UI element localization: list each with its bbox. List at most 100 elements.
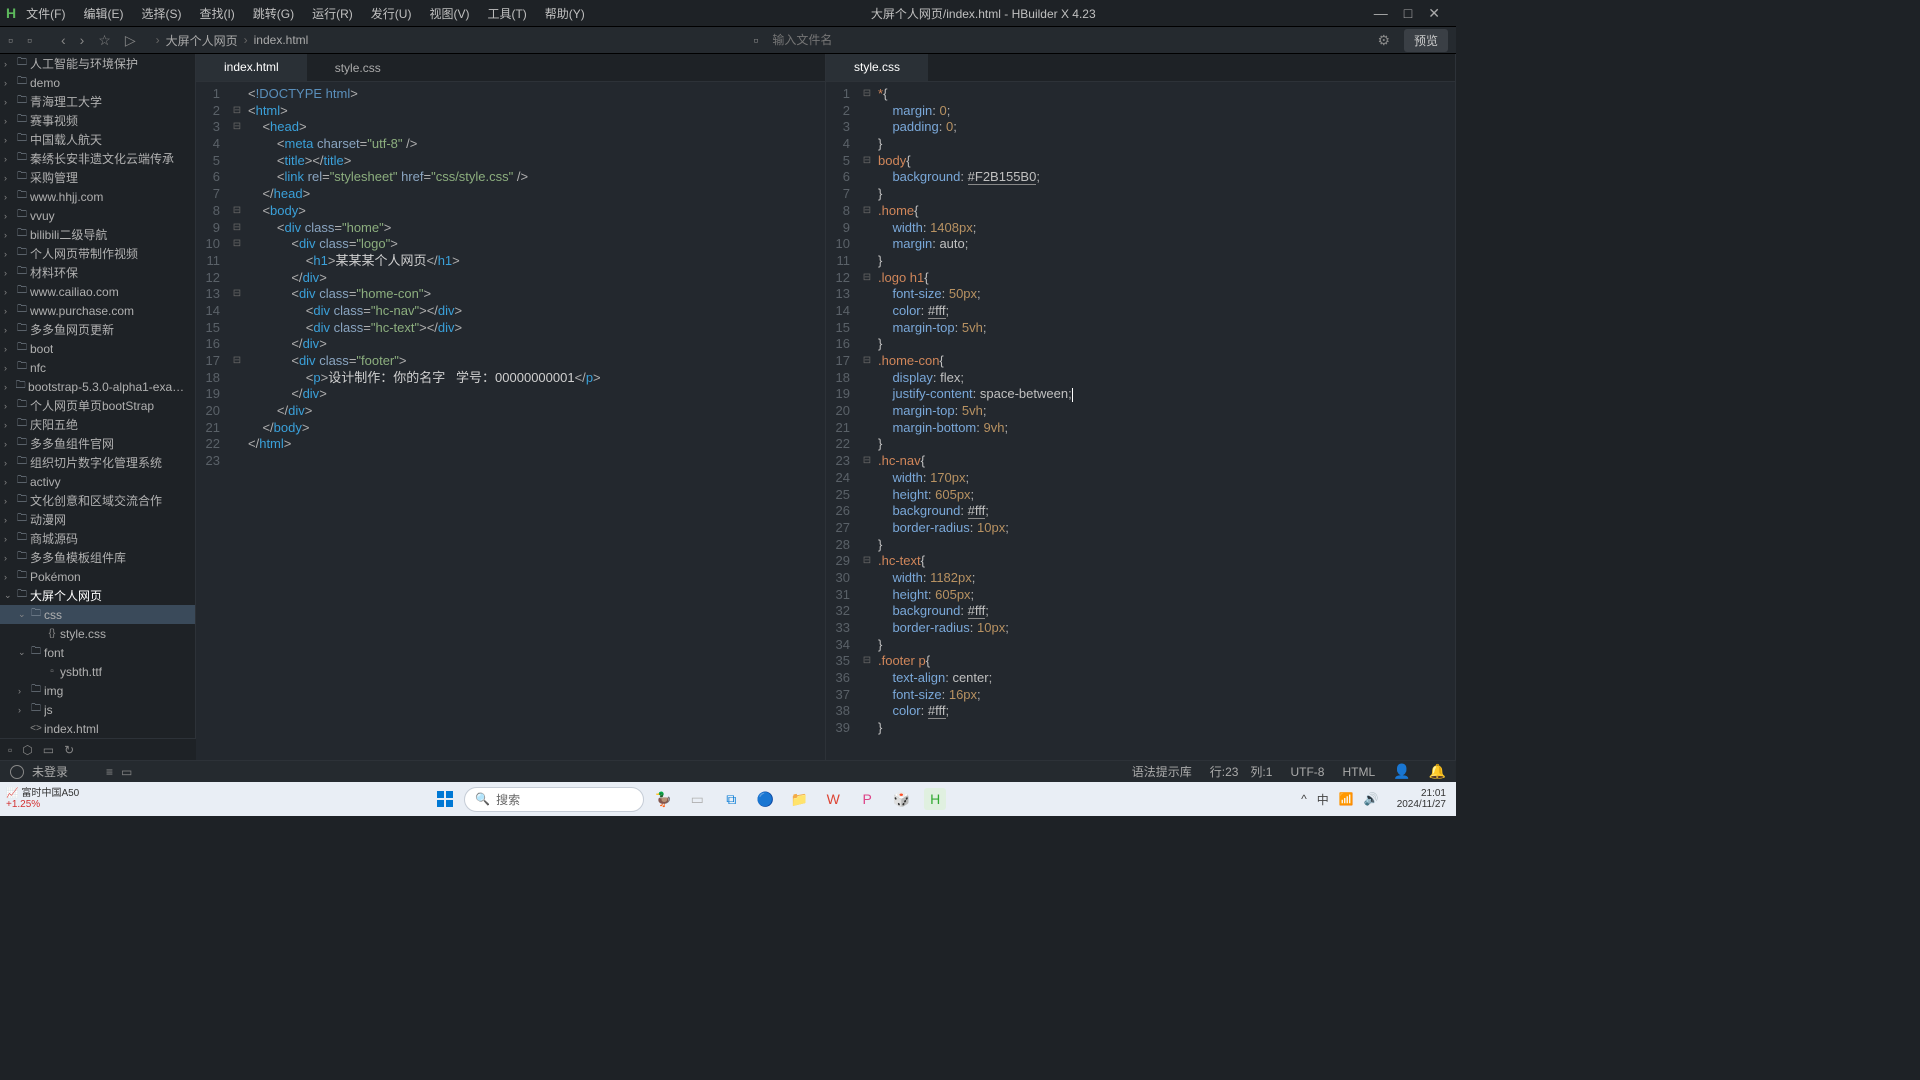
- panel-icon[interactable]: ▭: [121, 765, 132, 779]
- tree-item[interactable]: ▫ysbth.ttf: [0, 662, 195, 681]
- menu-item[interactable]: 视图(V): [421, 2, 477, 25]
- windows-taskbar[interactable]: 📈富时中国A50 +1.25% 🔍搜索 🦆 ▭ ⧉ 🔵 📁 W P 🎲 H ^ …: [0, 782, 1456, 816]
- tree-caret-icon[interactable]: ›: [4, 325, 14, 335]
- tree-caret-icon[interactable]: ›: [4, 363, 14, 373]
- tray-lang-icon[interactable]: 中: [1317, 791, 1329, 808]
- tree-item[interactable]: ›🗀demo: [0, 73, 195, 92]
- tree-caret-icon[interactable]: ›: [4, 173, 14, 183]
- tree-caret-icon[interactable]: ⌄: [18, 647, 28, 658]
- tree-item[interactable]: ⌄🗀大屏个人网页: [0, 586, 195, 605]
- user-icon[interactable]: [10, 765, 24, 779]
- tree-item[interactable]: ›🗀赛事视频: [0, 111, 195, 130]
- tree-caret-icon[interactable]: ›: [4, 116, 14, 126]
- tree-caret-icon[interactable]: ›: [4, 401, 14, 411]
- tree-item[interactable]: ›🗀Pokémon: [0, 567, 195, 586]
- tree-item[interactable]: ›🗀www.hhjj.com: [0, 187, 195, 206]
- tree-item[interactable]: ⌄🗀font: [0, 643, 195, 662]
- tree-caret-icon[interactable]: ›: [4, 553, 14, 563]
- run-icon[interactable]: ▷: [125, 32, 136, 49]
- tree-item[interactable]: ›🗀多多鱼模板组件库: [0, 548, 195, 567]
- menu-item[interactable]: 查找(I): [191, 2, 242, 25]
- nav-back-icon[interactable]: ‹: [61, 32, 66, 48]
- tree-caret-icon[interactable]: ›: [4, 154, 14, 164]
- menu-item[interactable]: 跳转(G): [245, 2, 302, 25]
- tree-item[interactable]: ›🗀秦绣长安非遗文化云端传承: [0, 149, 195, 168]
- menu-item[interactable]: 工具(T): [479, 2, 534, 25]
- terminal-icon[interactable]: ▭: [43, 743, 54, 757]
- tree-item[interactable]: ›🗀activy: [0, 472, 195, 491]
- new-file-icon[interactable]: ▫: [8, 32, 13, 48]
- tree-caret-icon[interactable]: ›: [4, 306, 14, 316]
- tree-item[interactable]: ›🗀商城源码: [0, 529, 195, 548]
- tree-caret-icon[interactable]: ›: [4, 439, 14, 449]
- taskbar-clock[interactable]: 21:01 2024/11/27: [1397, 788, 1456, 810]
- tree-caret-icon[interactable]: ›: [4, 534, 14, 544]
- wps-icon[interactable]: W: [822, 788, 844, 810]
- tree-caret-icon[interactable]: ›: [4, 268, 14, 278]
- menu-item[interactable]: 编辑(E): [75, 2, 131, 25]
- tree-caret-icon[interactable]: ›: [4, 78, 14, 88]
- tree-item[interactable]: ›🗀采购管理: [0, 168, 195, 187]
- tree-caret-icon[interactable]: ›: [4, 249, 14, 259]
- save-icon[interactable]: ▫: [27, 32, 32, 48]
- tree-item[interactable]: ›🗀vvuy: [0, 206, 195, 225]
- editor-tab[interactable]: style.css: [307, 54, 409, 81]
- editor-tab[interactable]: style.css: [826, 54, 928, 81]
- tree-caret-icon[interactable]: ›: [18, 705, 28, 715]
- menu-item[interactable]: 运行(R): [304, 2, 361, 25]
- tree-caret-icon[interactable]: ›: [4, 211, 14, 221]
- tree-item[interactable]: ›🗀动漫网: [0, 510, 195, 529]
- save-all-icon[interactable]: ▫: [8, 743, 12, 757]
- tree-item[interactable]: {}style.css: [0, 624, 195, 643]
- tree-item[interactable]: ›🗀多多鱼组件官网: [0, 434, 195, 453]
- tree-item[interactable]: ›🗀个人网页单页bootStrap: [0, 396, 195, 415]
- bug-icon[interactable]: ⬡: [22, 743, 32, 757]
- tree-item[interactable]: ⌄🗀css: [0, 605, 195, 624]
- tree-item[interactable]: ›🗀文化创意和区域交流合作: [0, 491, 195, 510]
- minimize-button[interactable]: —: [1374, 5, 1388, 22]
- tree-item[interactable]: ›🗀js: [0, 700, 195, 719]
- file-explorer[interactable]: ›🗀人工智能与环境保护›🗀demo›🗀青海理工大学›🗀赛事视频›🗀中国载人航天›…: [0, 54, 196, 738]
- menu-item[interactable]: 选择(S): [133, 2, 189, 25]
- star-icon[interactable]: ☆: [98, 32, 111, 49]
- sync-icon[interactable]: ↻: [64, 743, 74, 757]
- tree-caret-icon[interactable]: ›: [4, 97, 14, 107]
- login-status[interactable]: 未登录: [32, 763, 68, 780]
- breadcrumb-item[interactable]: 大屏个人网页: [166, 32, 238, 49]
- vscode-icon[interactable]: ⧉: [720, 788, 742, 810]
- code-editor-left[interactable]: 1234567891011121314151617181920212223 ⊟⊟…: [196, 82, 825, 760]
- system-tray[interactable]: ^ 中 📶 🔊: [1301, 791, 1387, 808]
- tree-caret-icon[interactable]: ⌄: [4, 590, 14, 601]
- list-icon[interactable]: ≡: [106, 765, 113, 779]
- tree-item[interactable]: ›🗀img: [0, 681, 195, 700]
- tree-caret-icon[interactable]: ⌄: [18, 609, 28, 620]
- nav-forward-icon[interactable]: ›: [80, 32, 85, 48]
- app-icon-cube[interactable]: 🎲: [890, 788, 912, 810]
- account-icon[interactable]: 👤: [1393, 763, 1410, 780]
- tree-item[interactable]: <>index.html: [0, 719, 195, 738]
- filter-icon[interactable]: ⚙: [1377, 32, 1390, 49]
- tree-item[interactable]: ›🗀庆阳五绝: [0, 415, 195, 434]
- menu-item[interactable]: 帮助(Y): [537, 2, 593, 25]
- tray-volume-icon[interactable]: 🔊: [1364, 792, 1379, 806]
- tree-item[interactable]: ›🗀材料环保: [0, 263, 195, 282]
- tree-item[interactable]: ›🗀组织切片数字化管理系统: [0, 453, 195, 472]
- tray-wifi-icon[interactable]: 📶: [1339, 792, 1354, 806]
- tree-caret-icon[interactable]: ›: [4, 458, 14, 468]
- tree-item[interactable]: ›🗀www.purchase.com: [0, 301, 195, 320]
- tree-item[interactable]: ›🗀bilibili二级导航: [0, 225, 195, 244]
- tree-caret-icon[interactable]: ›: [4, 496, 14, 506]
- tree-caret-icon[interactable]: ›: [4, 420, 14, 430]
- tree-caret-icon[interactable]: ›: [18, 686, 28, 696]
- explorer-icon[interactable]: 📁: [788, 788, 810, 810]
- tree-item[interactable]: ›🗀人工智能与环境保护: [0, 54, 195, 73]
- preview-button[interactable]: 预览: [1404, 29, 1448, 52]
- tree-caret-icon[interactable]: ›: [4, 344, 14, 354]
- tree-item[interactable]: ›🗀个人网页带制作视频: [0, 244, 195, 263]
- tree-item[interactable]: ›🗀多多鱼网页更新: [0, 320, 195, 339]
- language-mode[interactable]: HTML: [1342, 765, 1375, 779]
- tree-caret-icon[interactable]: ›: [4, 192, 14, 202]
- editor-tab[interactable]: index.html: [196, 54, 307, 81]
- tree-item[interactable]: ›🗀bootstrap-5.3.0-alpha1-examples: [0, 377, 195, 396]
- taskbar-search[interactable]: 🔍搜索: [464, 787, 644, 812]
